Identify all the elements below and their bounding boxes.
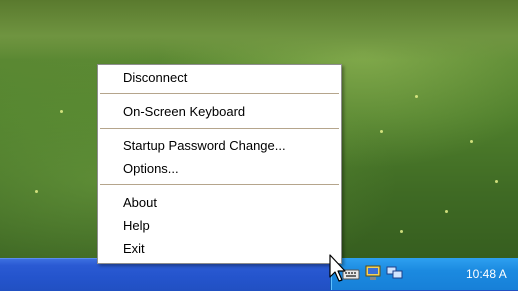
wallpaper-flower [400, 230, 403, 233]
network-icon[interactable] [386, 265, 404, 281]
menu-separator [100, 184, 339, 185]
mouse-cursor-icon [329, 254, 351, 284]
menu-item-startup-password-change[interactable]: Startup Password Change... [98, 135, 341, 157]
wallpaper-flower [445, 210, 448, 213]
menu-separator [100, 93, 339, 94]
menu-item-about[interactable]: About [98, 192, 341, 214]
menu-separator [100, 128, 339, 129]
menu-item-help[interactable]: Help [98, 215, 341, 237]
taskbar-clock[interactable]: 10:48 A [466, 258, 507, 290]
wallpaper-horizon [0, 0, 518, 60]
tray-context-menu: Disconnect On-Screen Keyboard Startup Pa… [97, 64, 342, 264]
menu-item-disconnect[interactable]: Disconnect [98, 67, 341, 89]
wallpaper-flower [470, 140, 473, 143]
menu-item-options[interactable]: Options... [98, 158, 341, 180]
wallpaper-flower [380, 130, 383, 133]
wallpaper-flower [495, 180, 498, 183]
menu-item-exit[interactable]: Exit [98, 238, 341, 260]
monitor-icon[interactable] [364, 265, 382, 281]
menu-item-on-screen-keyboard[interactable]: On-Screen Keyboard [98, 101, 341, 123]
wallpaper-flower [60, 110, 63, 113]
wallpaper-flower [35, 190, 38, 193]
wallpaper-flower [415, 95, 418, 98]
